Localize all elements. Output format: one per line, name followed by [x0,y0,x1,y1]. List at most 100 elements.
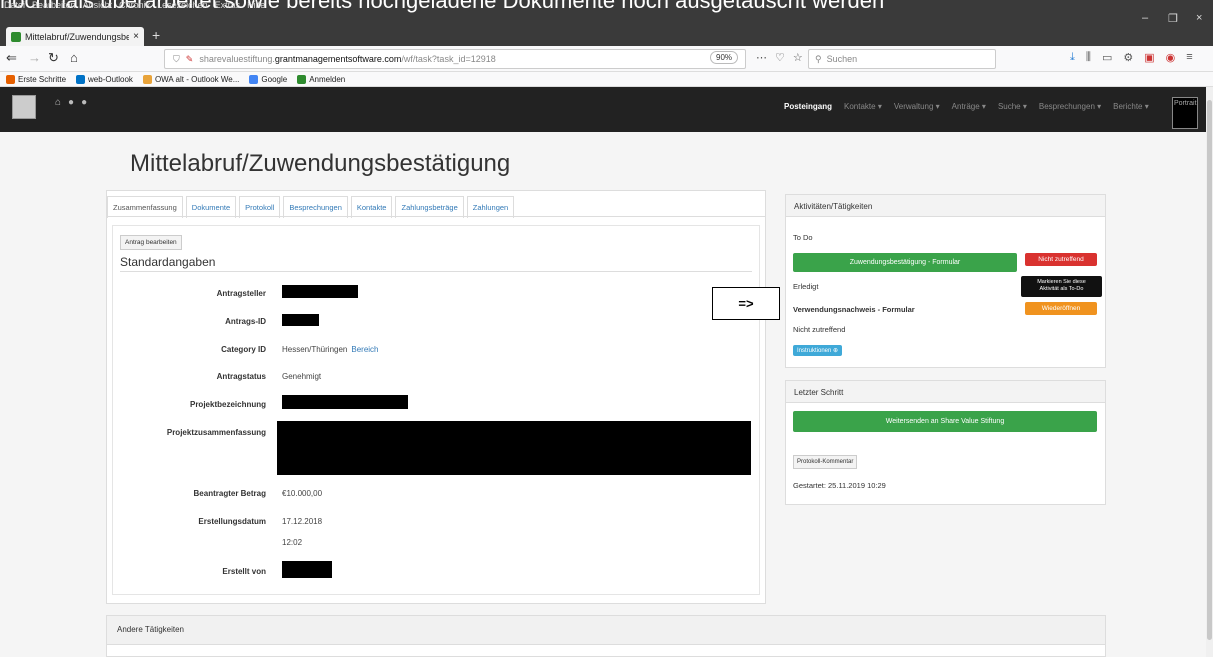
tab-besprechungen[interactable]: Besprechungen [283,196,348,218]
help-icon[interactable]: ● [81,97,87,108]
nav-kontakte[interactable]: Kontakte ▾ [838,102,888,111]
page-title: Mittelabruf/Zuwendungsbestätigung [130,150,511,177]
tab-favicon-icon [11,31,21,42]
forward-icon[interactable]: → [28,50,41,65]
minimize-icon[interactable]: – [1142,12,1148,24]
search-placeholder: Suchen [826,54,858,64]
zoom-indicator[interactable]: 90% [710,51,739,64]
url-prefix: sharevaluestiftung. [199,54,275,64]
browser-tab[interactable]: Mittelabruf/Zuwendungsbestä × [6,27,144,46]
anmelden-icon [297,74,307,84]
institution-icon[interactable]: ⌂ [55,97,61,108]
instruktionen-button[interactable]: Instruktionen ⊕ [793,345,843,356]
url-bar[interactable]: ⛉ ✎ sharevaluestiftung.grantmanagementso… [164,49,746,69]
user-portrait[interactable]: Portrait [1172,97,1198,129]
menu-ansicht[interactable]: Ansicht [83,0,113,12]
menu-hilfe[interactable]: Hilfe [247,0,265,12]
menu-lesezeichen[interactable]: Lesezeichen [157,0,208,12]
wiederoeffnen-button[interactable]: Wiederöffnen [1025,302,1097,315]
sidebar-icon[interactable]: ▭ [1102,51,1112,64]
nicht-zutreffend-label: Nicht zutreffend [793,325,846,334]
erledigt-label: Erledigt [793,282,819,291]
nicht-zutreffend-button[interactable]: Nicht zutreffend [1025,253,1097,266]
label-erstellt-von: Erstellt von [222,567,266,576]
home-icon[interactable]: ⌂ [70,50,78,65]
tooltip-line-1: Markieren Sie diese [1037,279,1086,285]
pocket-save-icon[interactable]: ▣ [1144,51,1154,64]
verwendungsnachweis-label: Verwendungsnachweis - Formular [793,305,915,314]
value-betrag: €10.000,00 [282,489,323,498]
tab-protokoll[interactable]: Protokoll [239,196,281,218]
tab-dokumente[interactable]: Dokumente [185,196,237,218]
menu-hamburger-icon[interactable]: ≡ [1186,51,1192,64]
menu-datei[interactable]: Datei [4,0,25,12]
label-antrags-id: Antrags-ID [225,317,266,326]
bookmark-anmelden[interactable]: Anmelden [297,74,345,84]
nav-antraege[interactable]: Anträge ▾ [946,102,992,111]
bookmark-owa[interactable]: OWA alt - Outlook We... [142,74,240,84]
todo-label: To Do [793,233,813,242]
app-logo[interactable] [12,95,36,119]
tab-zahlungsbetraege[interactable]: Zahlungsbeträge [395,196,464,218]
last-step-header: Letzter Schritt [786,381,1105,403]
browser-menubar: Datei Bearbeiten Ansicht Chronik Lesezei… [4,0,265,12]
app-nav: Posteingang Kontakte ▾ Verwaltung ▾ Antr… [778,87,1155,125]
info-icon[interactable]: ● [68,97,74,108]
shield-icon: ⛉ [173,53,180,64]
url-text: sharevaluestiftung.grantmanagementsoftwa… [199,54,495,64]
category-value: Hessen/Thüringen [282,345,348,354]
tab-zusammenfassung[interactable]: Zusammenfassung [107,196,183,218]
label-projektbezeichnung: Projektbezeichnung [189,400,266,409]
plus-icon: ⊕ [833,348,839,354]
bookmark-star-icon[interactable]: ☆ [793,51,803,64]
record-tabs: Zusammenfassung Dokumente Protokoll Besp… [107,196,515,218]
category-link[interactable]: Bereich [351,345,378,354]
gestartet-text: Gestartet: 25.11.2019 10:29 [793,481,886,490]
back-icon[interactable]: ⇐ [6,50,17,66]
reload-icon[interactable]: ↻ [48,50,59,66]
tab-close-icon[interactable]: × [133,31,139,42]
scrollbar-thumb[interactable] [1207,100,1212,640]
nav-suche[interactable]: Suche ▾ [992,102,1033,111]
pocket-icon[interactable]: ♡ [775,51,785,64]
nav-berichte[interactable]: Berichte ▾ [1107,102,1155,111]
page-actions-icon[interactable]: ⋯ [756,51,767,64]
nav-verwaltung[interactable]: Verwaltung ▾ [888,102,946,111]
summary-box [112,225,760,595]
menu-chronik[interactable]: Chronik [119,0,150,12]
bookmark-erste-schritte[interactable]: Erste Schritte [6,74,66,84]
redacted-antragsteller [282,285,358,298]
bookmark-label: OWA alt - Outlook We... [154,74,240,84]
new-tab-button[interactable]: + [152,27,160,43]
value-datum: 17.12.2018 [282,517,323,526]
edit-application-button[interactable]: Antrag bearbeiten [120,235,182,250]
tab-kontakte[interactable]: Kontakte [350,196,393,218]
zuwendungsbestaetigung-button[interactable]: Zuwendungsbestätigung - Formular [793,253,1017,272]
instruktionen-label: Instruktionen [797,348,832,354]
menu-extras[interactable]: Extras [215,0,241,12]
nav-besprechungen[interactable]: Besprechungen ▾ [1033,102,1107,111]
addon-icon[interactable]: ◉ [1166,51,1176,64]
bookmark-google[interactable]: Google [249,74,288,84]
search-icon: ⚲ [815,53,822,64]
redacted-antrags-id [282,314,319,326]
url-path: /wf/task?task_id=12918 [401,54,496,64]
section-divider [120,271,752,272]
tab-zahlungen[interactable]: Zahlungen [466,196,515,218]
annotation-arrow: => [712,287,780,320]
bookmark-label: Google [261,74,288,84]
download-icon[interactable]: ⤓ [1070,51,1075,64]
bookmark-web-outlook[interactable]: web-Outlook [76,74,133,84]
extension-icon[interactable]: ⚙ [1123,51,1133,64]
menu-bearbeiten[interactable]: Bearbeiten [32,0,76,12]
nav-posteingang[interactable]: Posteingang [778,102,838,111]
weitersenden-button[interactable]: Weitersenden an Share Value Stiftung [793,411,1097,432]
tooltip-line-2: Aktivität als To-Do [1039,286,1084,292]
search-bar[interactable]: ⚲ Suchen [808,49,996,69]
library-icon[interactable]: ⫼ [1086,51,1091,64]
protokoll-kommentar-button[interactable]: Protokoll-Kommentar [793,455,858,469]
close-window-icon[interactable]: × [1196,12,1202,24]
tabs-divider [107,216,766,217]
maximize-icon[interactable]: ❐ [1168,12,1178,25]
redacted-projektzusammenfassung [277,421,751,475]
